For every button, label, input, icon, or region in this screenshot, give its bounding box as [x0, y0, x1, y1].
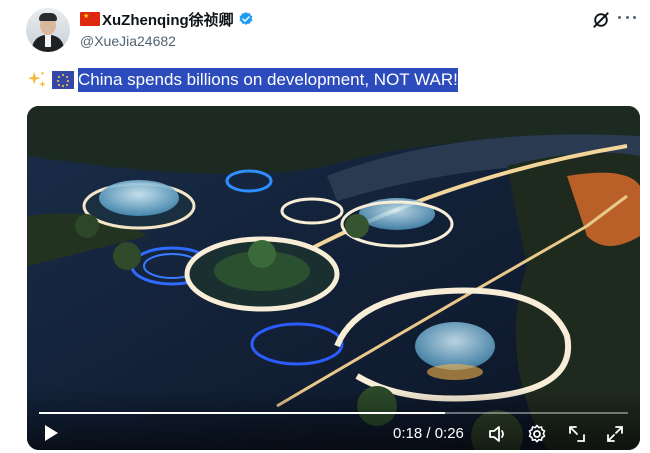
sparkles-icon — [27, 70, 46, 88]
video-controls: 0:18 / 0:26 — [27, 388, 640, 450]
video-progress-fill — [39, 412, 446, 414]
china-flag-icon: ★ — [80, 12, 100, 26]
volume-icon[interactable] — [488, 424, 508, 444]
more-icon[interactable] — [618, 16, 636, 22]
video-player[interactable]: 0:18 / 0:26 — [27, 106, 640, 450]
tweet-body: China spends billions on development, NO… — [78, 68, 458, 92]
author-handle[interactable]: @XueJia24682 — [80, 33, 176, 49]
tweet-text: China spends billions on development, NO… — [26, 68, 458, 92]
video-time: 0:18 / 0:26 — [393, 425, 464, 442]
author-display-name[interactable]: XuZhenqing徐祯卿 — [102, 9, 234, 30]
verified-badge-icon — [239, 12, 253, 25]
author-name-row[interactable]: ★ XuZhenqing徐祯卿 — [80, 9, 254, 29]
settings-icon[interactable] — [527, 424, 547, 444]
avatar[interactable] — [26, 8, 70, 52]
fullscreen-icon[interactable] — [605, 424, 625, 444]
eu-flag-icon — [52, 71, 74, 89]
picture-in-picture-icon[interactable] — [567, 424, 587, 444]
video-progress-bar[interactable] — [39, 412, 628, 414]
play-icon[interactable] — [43, 424, 59, 442]
grok-icon[interactable] — [591, 10, 611, 30]
